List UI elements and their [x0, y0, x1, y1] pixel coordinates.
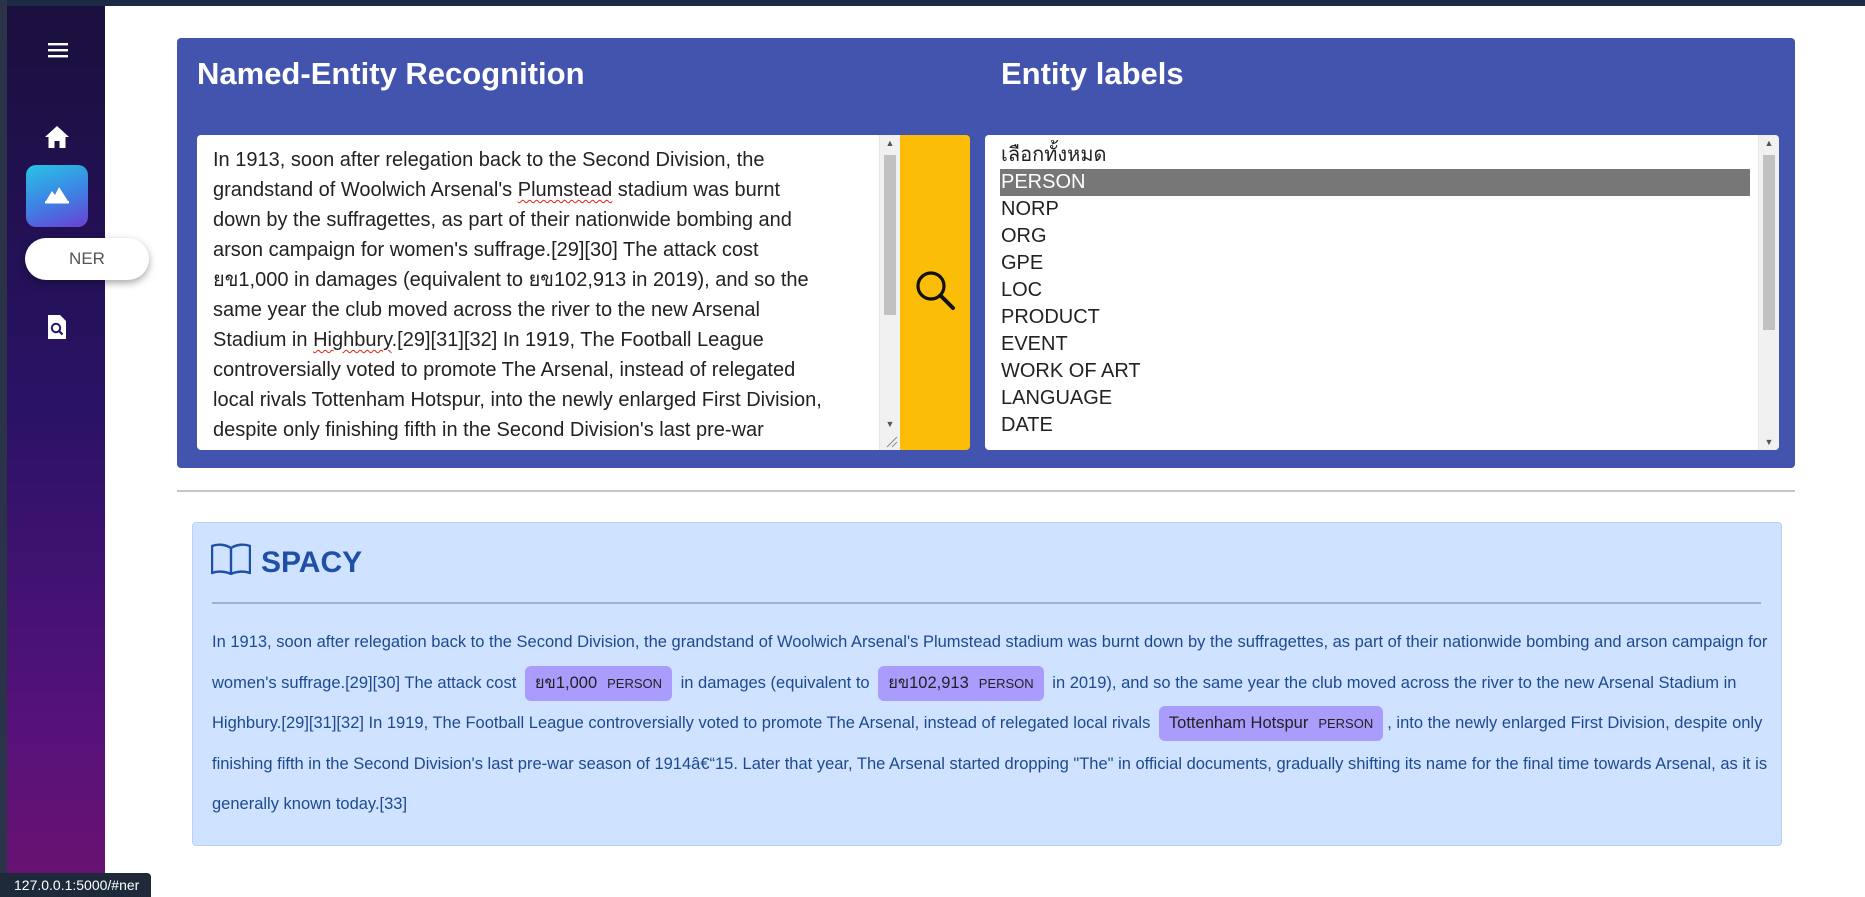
entity-label-option[interactable]: PRODUCT	[1000, 304, 1750, 331]
entity-label-option[interactable]: DATE	[1000, 412, 1750, 439]
top-strip	[0, 0, 1865, 6]
scroll-up-arrow-icon[interactable]: ▲	[880, 135, 900, 151]
ner-icon	[44, 183, 70, 210]
entity-label-option[interactable]: WORK OF ART	[1000, 358, 1750, 385]
result-card: SPACY In 1913, soon after relegation bac…	[192, 522, 1782, 846]
scrollbar-thumb[interactable]	[884, 155, 896, 315]
window-edge	[0, 0, 7, 897]
text-input-content[interactable]: In 1913, soon after relegation back to t…	[213, 145, 865, 445]
nav-tooltip: NER	[25, 238, 149, 280]
status-bar-url: 127.0.0.1:5000/#ner	[0, 873, 151, 897]
section-divider	[177, 490, 1795, 492]
result-divider	[212, 602, 1761, 604]
ner-nav-button[interactable]	[26, 165, 88, 227]
result-title: SPACY	[261, 546, 363, 579]
search-document-icon[interactable]	[42, 312, 72, 342]
search-icon	[913, 268, 957, 317]
resize-grip-icon[interactable]	[884, 434, 898, 448]
text-input-scrollbar[interactable]: ▲ ▼	[879, 135, 900, 450]
scroll-up-arrow-icon[interactable]: ▲	[1759, 135, 1779, 151]
menu-icon[interactable]	[44, 36, 72, 64]
search-button[interactable]	[900, 135, 970, 450]
entity-label-option[interactable]: LANGUAGE	[1000, 385, 1750, 412]
entity-labels-title: Entity labels	[1001, 56, 1184, 91]
entity-highlight: ยข1,000 PERSON	[524, 665, 673, 701]
entity-label: PERSON	[1318, 716, 1374, 731]
entity-label: PERSON	[978, 675, 1034, 691]
page-title: Named-Entity Recognition	[197, 56, 585, 91]
home-icon[interactable]	[42, 122, 72, 152]
entity-label-option[interactable]: GPE	[1000, 250, 1750, 277]
scroll-down-arrow-icon[interactable]: ▼	[880, 416, 900, 432]
scroll-down-arrow-icon[interactable]: ▼	[1759, 434, 1779, 450]
entity-label: PERSON	[607, 675, 663, 691]
sidebar	[7, 6, 105, 897]
entity-label-option[interactable]: ORG	[1000, 223, 1750, 250]
entity-label-option[interactable]: PERSON	[1000, 169, 1750, 196]
entity-label-option[interactable]: EVENT	[1000, 331, 1750, 358]
entity-highlight: Tottenham Hotspur PERSON	[1158, 706, 1384, 741]
entity-label-option[interactable]: เลือกทั้งหมด	[1000, 142, 1750, 169]
text-input[interactable]: In 1913, soon after relegation back to t…	[197, 135, 900, 450]
result-header: SPACY	[210, 543, 363, 583]
entity-label-select[interactable]: เลือกทั้งหมด PERSON NORP ORG GPE LOC PRODUCT EV…	[985, 135, 1779, 450]
scrollbar-thumb[interactable]	[1763, 155, 1775, 330]
entity-label-option[interactable]: NORP	[1000, 196, 1750, 223]
ner-panel: Named-Entity Recognition Entity labels I…	[177, 38, 1795, 468]
entity-label-option[interactable]: LOC	[1000, 277, 1750, 304]
entity-label-scrollbar[interactable]: ▲ ▼	[1758, 135, 1779, 450]
entity-label-list[interactable]: เลือกทั้งหมด PERSON NORP ORG GPE LOC PRODUCT EV…	[1000, 142, 1750, 439]
book-icon	[210, 543, 252, 583]
result-text: In 1913, soon after relegation back to t…	[212, 633, 1768, 813]
entity-highlight: ยข102,913 PERSON	[878, 665, 1044, 701]
